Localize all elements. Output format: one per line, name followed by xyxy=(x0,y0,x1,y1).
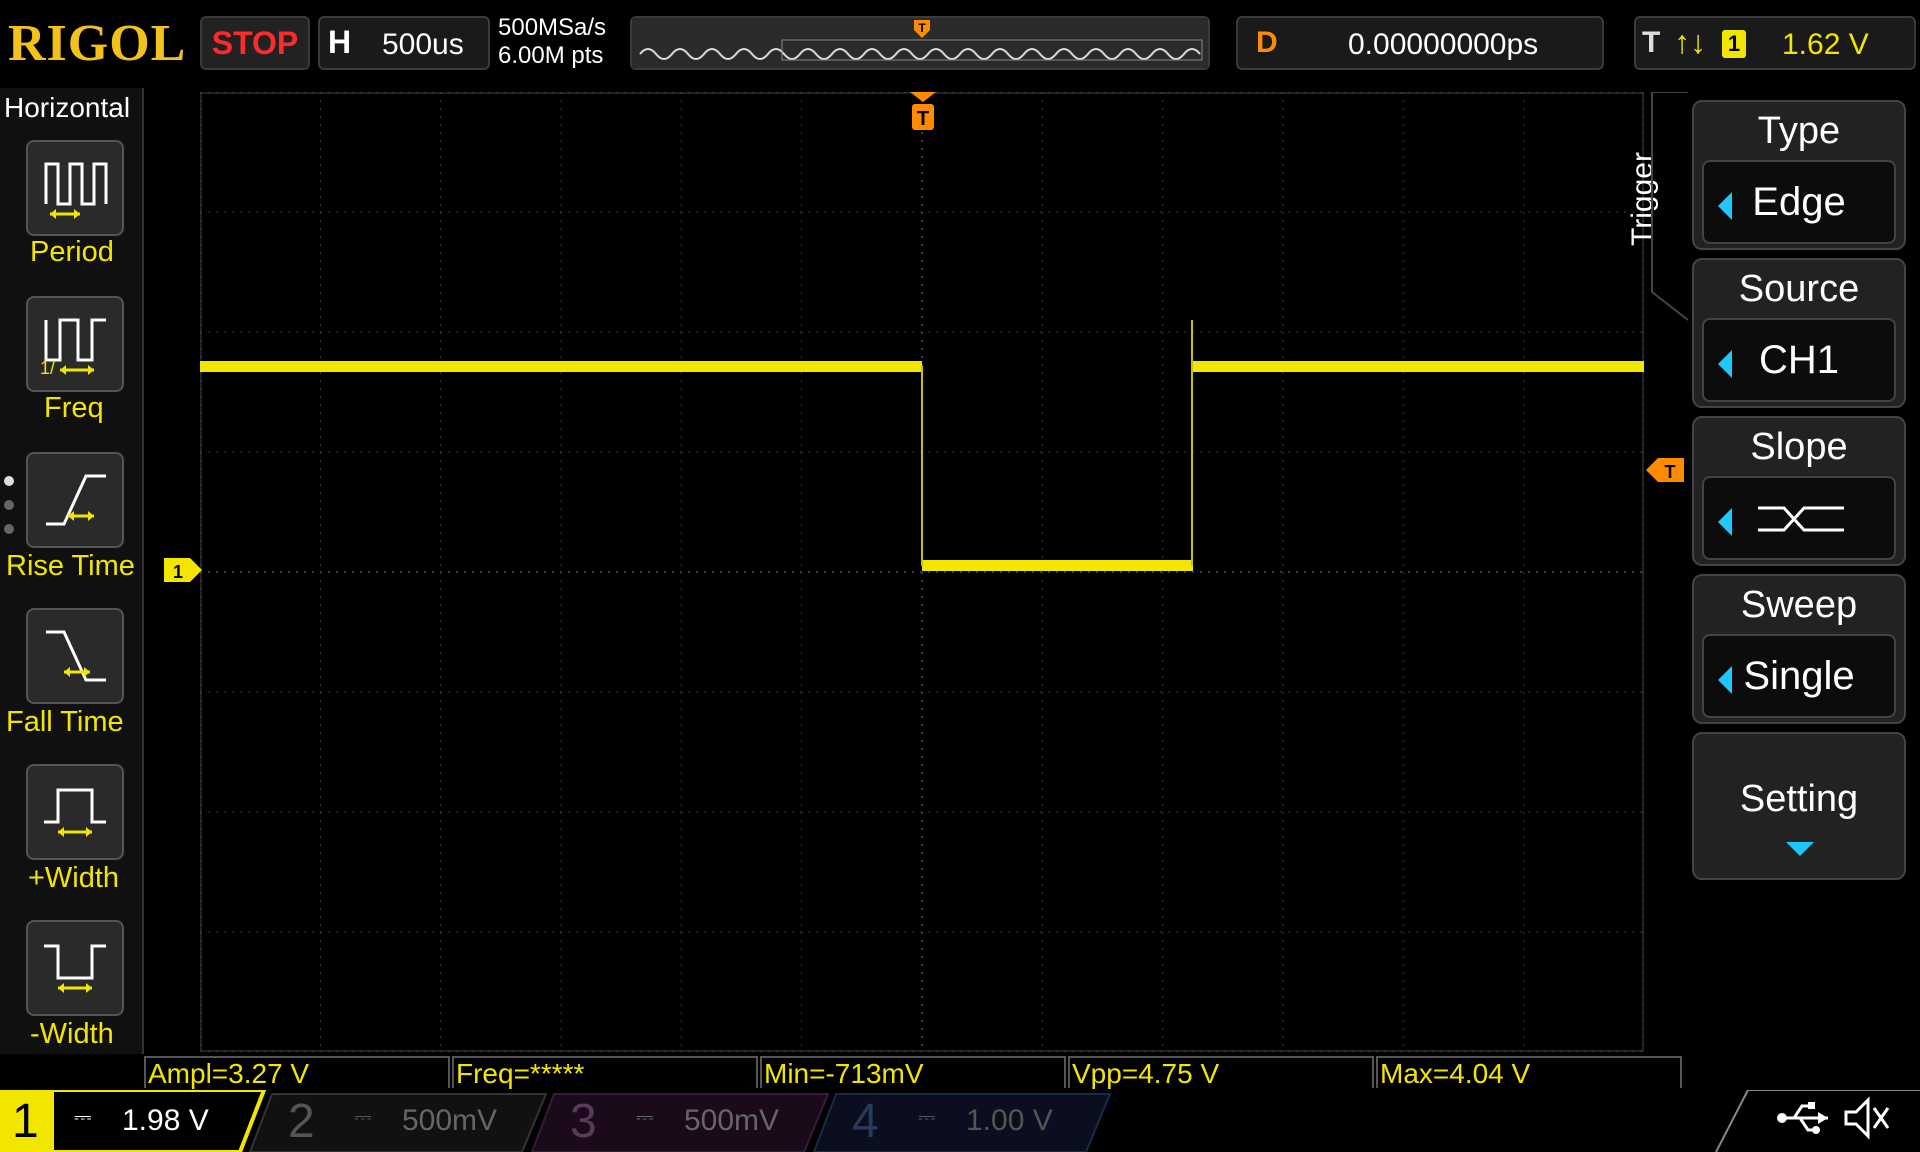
measurement-frequency[interactable]: Freq=***** xyxy=(452,1056,758,1089)
graticule xyxy=(200,92,1644,1052)
trigger-sweep-softkey[interactable]: Sweep Single xyxy=(1692,574,1906,724)
trigger-source-value-box: CH1 xyxy=(1702,318,1896,402)
trigger-type-label: Type xyxy=(1757,110,1841,152)
trigger-level-marker[interactable]: T xyxy=(1646,456,1686,484)
ch2-coupling-icon: ⎓ xyxy=(354,1104,372,1129)
negative-width-button[interactable] xyxy=(26,920,124,1016)
horizontal-label: H xyxy=(328,24,352,60)
rise-time-icon xyxy=(46,474,106,526)
trigger-setting-softkey[interactable]: Setting xyxy=(1692,732,1906,880)
trigger-slope-softkey[interactable]: Slope xyxy=(1692,416,1906,566)
delay-value: 0.00000000ps xyxy=(1348,28,1539,61)
either-edge-icon xyxy=(1758,506,1844,532)
period-label: Period xyxy=(30,236,114,268)
freq-icon: 1/ xyxy=(40,318,106,378)
negative-width-label: -Width xyxy=(30,1018,114,1050)
rigol-logo: RIGOL xyxy=(8,15,187,72)
measurement-maximum[interactable]: Max=4.04 V xyxy=(1376,1056,1682,1089)
ch3-number[interactable]: 3 xyxy=(570,1094,597,1149)
measurement-vpp[interactable]: Vpp=4.75 V xyxy=(1068,1056,1374,1089)
fall-time-label: Fall Time xyxy=(6,706,124,738)
svg-text:T: T xyxy=(1665,462,1676,482)
positive-width-icon xyxy=(44,788,106,837)
svg-text:1/: 1/ xyxy=(40,358,55,378)
page-dot-1 xyxy=(4,476,14,486)
waveform-display[interactable] xyxy=(200,92,1644,1052)
svg-text:T: T xyxy=(918,21,926,35)
trigger-level-value: 1.62 V xyxy=(1782,28,1869,61)
sample-rate: 500MSa/s xyxy=(498,14,607,41)
usb-icon xyxy=(1777,1102,1828,1134)
positive-width-button[interactable] xyxy=(26,764,124,860)
trigger-type-value: Edge xyxy=(1752,180,1846,224)
ch1-offset-marker[interactable]: 1 xyxy=(164,556,204,584)
trigger-source-label: Source xyxy=(1738,268,1860,310)
trigger-source-badge: 1 xyxy=(1722,30,1746,58)
fall-time-button[interactable] xyxy=(26,608,124,704)
trigger-status[interactable]: T ↑↓ 1 1.62 V xyxy=(1634,16,1916,70)
horizontal-delay[interactable]: D 0.00000000ps xyxy=(1236,16,1604,70)
measurement-amplitude[interactable]: Ampl=3.27 V xyxy=(144,1056,450,1089)
ch4-scale[interactable]: 1.00 V xyxy=(966,1104,1053,1138)
trigger-sweep-value: Single xyxy=(1743,654,1855,698)
ch2-number[interactable]: 2 xyxy=(288,1094,315,1149)
speaker-muted-icon[interactable] xyxy=(1840,1094,1900,1142)
rise-time-label: Rise Time xyxy=(6,550,135,582)
trigger-position-marker[interactable]: T xyxy=(908,92,938,136)
ch4-coupling-icon: ⎓ xyxy=(918,1104,936,1129)
timebase-value: 500us xyxy=(382,28,464,61)
memory-overview-waveform: T xyxy=(632,18,1208,68)
ch3-scale[interactable]: 500mV xyxy=(684,1104,779,1138)
trigger-slope-icon: ↑↓ xyxy=(1674,24,1706,60)
trigger-slope-label: Slope xyxy=(1750,426,1848,468)
trigger-slope-value-box xyxy=(1702,476,1896,560)
freq-label: Freq xyxy=(44,392,104,424)
menu-title: Horizontal xyxy=(4,92,131,123)
page-dot-2 xyxy=(4,500,14,510)
svg-text:1: 1 xyxy=(173,562,183,582)
run-state-label: STOP xyxy=(211,25,299,61)
period-icon xyxy=(44,162,108,219)
negative-width-icon xyxy=(44,944,106,993)
ch1-scale[interactable]: 1.98 V xyxy=(122,1104,209,1138)
trigger-source-softkey[interactable]: Source CH1 xyxy=(1692,258,1906,408)
trigger-type-softkey[interactable]: Type Edge xyxy=(1692,100,1906,250)
chevron-down-icon xyxy=(1786,842,1814,856)
ch3-coupling-icon: ⎓ xyxy=(636,1104,654,1129)
memory-overview-strip[interactable]: T xyxy=(630,16,1210,70)
delay-label: D xyxy=(1256,26,1278,59)
menu-tab-outline xyxy=(1651,92,1689,321)
trigger-sweep-value-box: Single xyxy=(1702,634,1896,718)
trigger-source-value: CH1 xyxy=(1758,338,1840,382)
horizontal-timebase[interactable]: H 500us xyxy=(318,16,490,70)
ch4-number[interactable]: 4 xyxy=(852,1094,879,1149)
freq-button[interactable]: 1/ xyxy=(26,296,124,392)
memory-depth: 6.00M pts xyxy=(498,42,604,69)
measurement-minimum[interactable]: Min=-713mV xyxy=(760,1056,1066,1089)
trigger-type-value-box: Edge xyxy=(1702,160,1896,244)
ch2-scale[interactable]: 500mV xyxy=(402,1104,497,1138)
ch1-number[interactable]: 1 xyxy=(12,1094,39,1149)
page-dot-3 xyxy=(4,524,14,534)
trigger-label: T xyxy=(1642,26,1661,59)
ch1-coupling-icon: ⎓ xyxy=(74,1104,92,1129)
svg-text:T: T xyxy=(917,108,929,130)
fall-time-icon xyxy=(46,630,106,682)
positive-width-label: +Width xyxy=(28,862,120,894)
rise-time-button[interactable] xyxy=(26,452,124,548)
left-arrow-icon xyxy=(1718,508,1732,536)
period-button[interactable] xyxy=(26,140,124,236)
run-stop-button[interactable]: STOP xyxy=(200,16,310,70)
trigger-setting-label: Setting xyxy=(1739,778,1859,820)
trigger-sweep-label: Sweep xyxy=(1740,584,1858,626)
acquisition-info: 500MSa/s 6.00M pts xyxy=(498,14,606,70)
